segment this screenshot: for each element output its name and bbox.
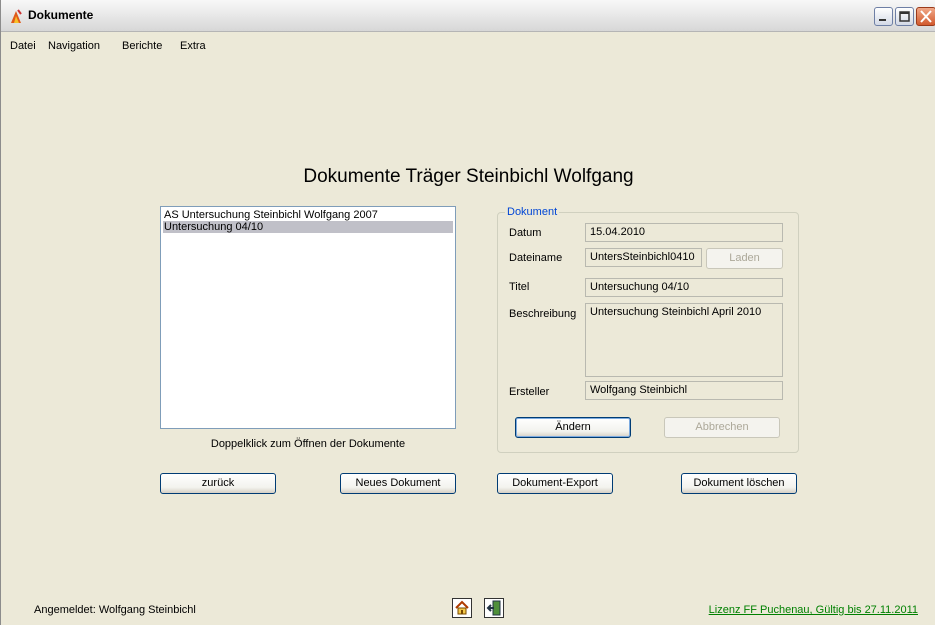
list-item-selected[interactable]: Untersuchung 04/10 xyxy=(163,221,453,233)
neues-dokument-button[interactable]: Neues Dokument xyxy=(340,473,456,494)
maximize-button[interactable] xyxy=(895,7,914,26)
minimize-icon xyxy=(879,19,886,21)
aendern-button[interactable]: Ändern xyxy=(515,417,631,438)
datum-label: Datum xyxy=(509,227,542,239)
menu-extra[interactable]: Extra xyxy=(180,40,206,52)
zurueck-button[interactable]: zurück xyxy=(160,473,276,494)
list-item[interactable]: AS Untersuchung Steinbichl Wolfgang 2007 xyxy=(163,209,453,221)
window-title: Dokumente xyxy=(28,8,94,22)
dokument-export-button[interactable]: Dokument-Export xyxy=(497,473,613,494)
dateiname-label: Dateiname xyxy=(509,252,563,264)
groupbox-legend: Dokument xyxy=(505,206,560,218)
logged-in-user: Angemeldet: Wolfgang Steinbichl xyxy=(34,604,196,616)
list-hint: Doppelklick zum Öffnen der Dokumente xyxy=(210,438,406,450)
home-button[interactable] xyxy=(452,598,472,618)
exit-button[interactable] xyxy=(484,598,504,618)
menu-navigation[interactable]: Navigation xyxy=(48,40,100,52)
laden-button[interactable]: Laden xyxy=(706,248,783,269)
datum-field[interactable]: 15.04.2010 xyxy=(585,223,783,242)
documents-list[interactable]: AS Untersuchung Steinbichl Wolfgang 2007… xyxy=(160,206,456,429)
close-button[interactable] xyxy=(916,7,935,26)
ersteller-label: Ersteller xyxy=(509,386,550,398)
abbrechen-button[interactable]: Abbrechen xyxy=(664,417,780,438)
title-bar: Dokumente xyxy=(1,0,935,32)
maximize-icon xyxy=(899,11,910,22)
dateiname-field[interactable]: UntersSteinbichl0410 xyxy=(585,248,702,267)
ersteller-field[interactable]: Wolfgang Steinbichl xyxy=(585,381,783,400)
minimize-button[interactable] xyxy=(874,7,893,26)
exit-door-icon xyxy=(486,600,501,616)
dokument-loeschen-button[interactable]: Dokument löschen xyxy=(681,473,797,494)
menu-datei[interactable]: Datei xyxy=(10,40,36,52)
page-title: Dokumente Träger Steinbichl Wolfgang xyxy=(303,166,634,187)
license-link[interactable]: Lizenz FF Puchenau, Gültig bis 27.11.201… xyxy=(709,604,918,616)
beschreibung-label: Beschreibung xyxy=(509,308,577,320)
close-icon xyxy=(920,10,932,23)
titel-label: Titel xyxy=(509,281,530,293)
titel-field[interactable]: Untersuchung 04/10 xyxy=(585,278,783,297)
home-icon xyxy=(455,600,469,615)
app-flame-icon xyxy=(11,9,22,23)
menu-berichte[interactable]: Berichte xyxy=(122,40,162,52)
beschreibung-field[interactable]: Untersuchung Steinbichl April 2010 xyxy=(585,303,783,377)
dokumente-window: Dokumente Datei Navigation Berichte Extr… xyxy=(0,0,935,625)
